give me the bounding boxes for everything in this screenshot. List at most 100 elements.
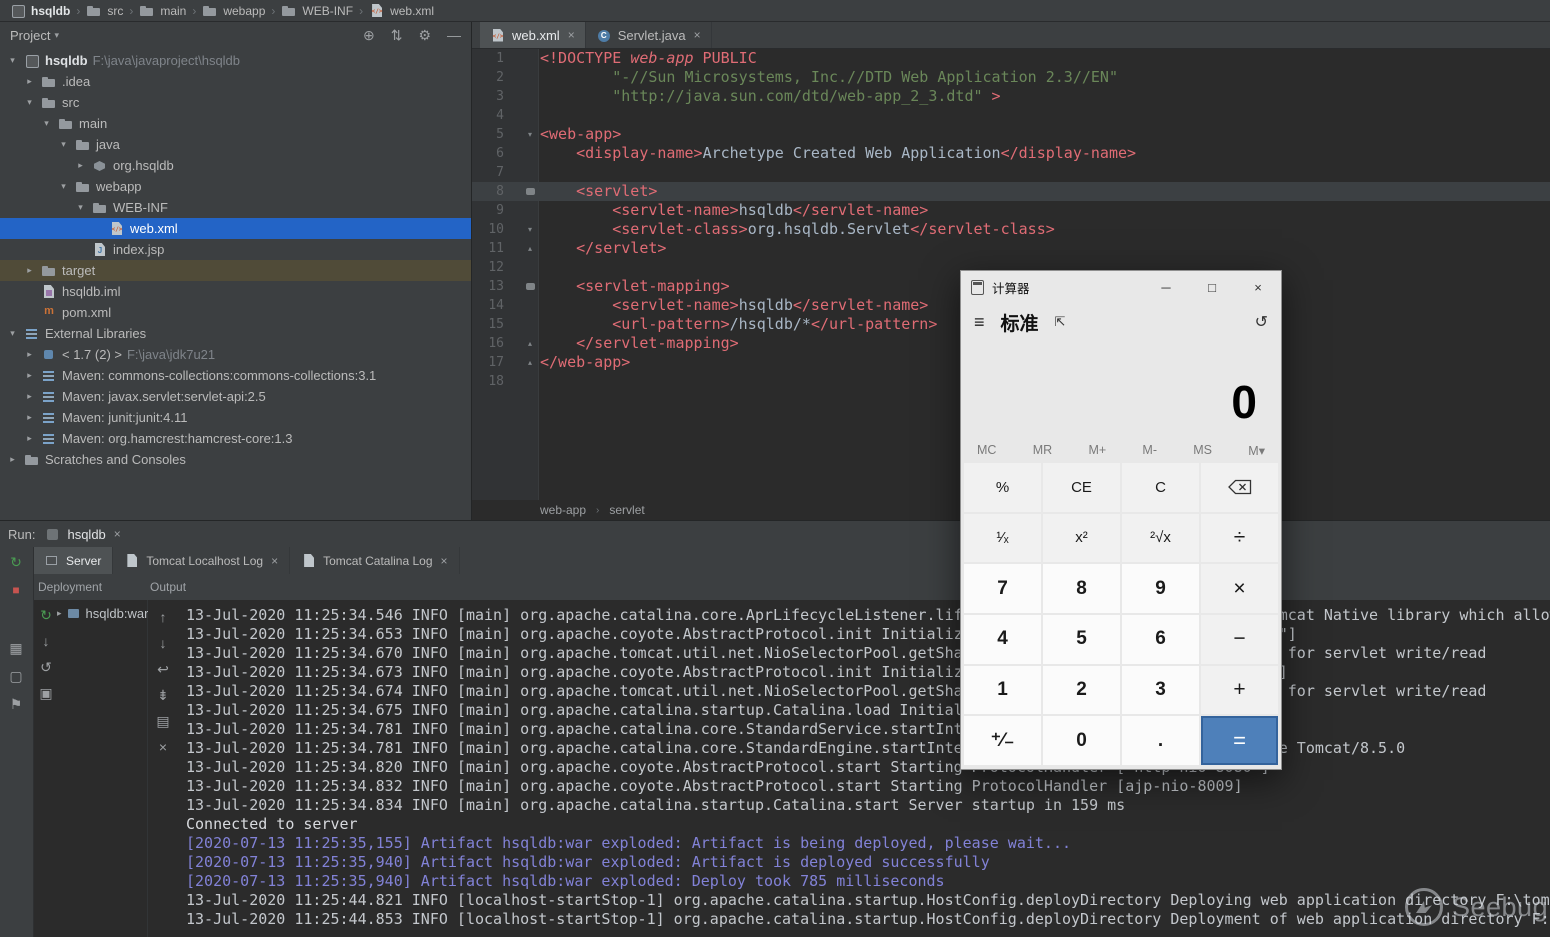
refresh-icon[interactable]: ↺ (37, 658, 55, 676)
editor-tab-servlet-java[interactable]: Servlet.java× (586, 22, 712, 48)
run-tab-tomcat-localhost-log[interactable]: Tomcat Localhost Log × (113, 547, 291, 574)
code-line[interactable]: </web-app> (540, 353, 630, 372)
chevron-right-icon[interactable]: ▸ (57, 608, 62, 619)
multiply-button[interactable]: × (1201, 564, 1278, 613)
expand-arrow-icon[interactable]: ▾ (40, 118, 53, 129)
tree-item-scratches-and-consoles[interactable]: ▸ Scratches and Consoles (0, 449, 471, 470)
close-tab-icon[interactable]: × (694, 28, 701, 42)
negate-button[interactable]: ⁺⁄₋ (964, 716, 1041, 765)
backspace-button[interactable] (1201, 463, 1278, 512)
code-line[interactable]: "-//Sun Microsystems, Inc.//DTD Web Appl… (540, 68, 1118, 87)
breadcrumb-item-main[interactable]: main (135, 3, 190, 18)
clear-icon[interactable]: × (154, 738, 172, 756)
square-button[interactable]: x² (1043, 513, 1120, 563)
rerun-icon[interactable]: ↻ (7, 553, 25, 571)
expand-arrow-icon[interactable]: ▾ (6, 55, 19, 66)
tree-item-pom-xml[interactable]: pom.xml (0, 302, 471, 323)
memory-add-button[interactable]: M+ (1088, 443, 1106, 457)
tree-item-hsqldb[interactable]: ▾ hsqldb F:\java\javaproject\hsqldb (0, 50, 471, 71)
digit-9-button[interactable]: 9 (1122, 564, 1199, 613)
code-line[interactable]: <servlet-name>hsqldb</servlet-name> (540, 296, 928, 315)
code-line[interactable]: <url-pattern>/hsqldb/*</url-pattern> (540, 315, 937, 334)
settings-icon[interactable]: ⚙ (418, 27, 431, 44)
foldend-gutter-icon[interactable]: ▴ (524, 353, 536, 372)
memory-clear-button[interactable]: MC (977, 443, 996, 457)
close-tab-icon[interactable]: × (271, 554, 278, 568)
tree-item-web-xml[interactable]: web.xml (0, 218, 471, 239)
grid-icon[interactable]: ▦ (7, 639, 25, 657)
digit-2-button[interactable]: 2 (1043, 665, 1120, 715)
tree-item-1-7-2[interactable]: ▸ < 1.7 (2) > F:\java\jdk7u21 (0, 344, 471, 365)
code-line[interactable]: <servlet-class>org.hsqldb.Servlet</servl… (540, 220, 1055, 239)
expand-arrow-icon[interactable]: ▾ (6, 328, 19, 339)
divide-button[interactable]: ÷ (1201, 513, 1278, 563)
expand-arrow-icon[interactable]: ▸ (23, 265, 36, 276)
digit-3-button[interactable]: 3 (1122, 665, 1199, 715)
digit-0-button[interactable]: 0 (1043, 716, 1120, 765)
tree-item-index-jsp[interactable]: index.jsp (0, 239, 471, 260)
scroll-down-icon[interactable]: ↓ (154, 634, 172, 652)
tree-item-maven-org-hamcrest-hamcrest-core-1-3[interactable]: ▸ Maven: org.hamcrest:hamcrest-core:1.3 (0, 428, 471, 449)
minimize-button[interactable]: ─ (1143, 271, 1189, 303)
digit-5-button[interactable]: 5 (1043, 615, 1120, 664)
history-icon[interactable]: ↺ (1255, 312, 1268, 332)
close-tab-icon[interactable]: × (568, 28, 575, 42)
tree-item-org-hsqldb[interactable]: ▸ org.hsqldb (0, 155, 471, 176)
memory-store-button[interactable]: MS (1193, 443, 1212, 457)
fold-gutter-icon[interactable]: ▾ (524, 220, 536, 239)
code-line[interactable]: </servlet-mapping> (540, 334, 739, 353)
expand-arrow-icon[interactable]: ▾ (23, 97, 36, 108)
keep-on-top-icon[interactable]: ⇱ (1055, 314, 1066, 330)
expand-arrow-icon[interactable]: ▸ (74, 160, 87, 171)
tree-item-maven-junit-junit-4-11[interactable]: ▸ Maven: junit:junit:4.11 (0, 407, 471, 428)
expand-arrow-icon[interactable]: ▸ (6, 454, 19, 465)
deployment-tree-item[interactable]: ▸ hsqldb:war (57, 606, 148, 621)
digit-6-button[interactable]: 6 (1122, 615, 1199, 664)
tree-item-maven-javax-servlet-servlet-api-2-5[interactable]: ▸ Maven: javax.servlet:servlet-api:2.5 (0, 386, 471, 407)
calculator-title-bar[interactable]: 计算器 ─ □ × (961, 271, 1281, 303)
scroll-down-icon[interactable]: ↓ (37, 632, 55, 650)
locate-icon[interactable]: ⊕ (363, 27, 375, 44)
code-line[interactable]: <servlet-name>hsqldb</servlet-name> (540, 201, 928, 220)
expand-arrow-icon[interactable]: ▾ (74, 202, 87, 213)
scroll-up-icon[interactable]: ↑ (154, 608, 172, 626)
stop-icon[interactable]: ■ (7, 581, 25, 599)
expand-arrow-icon[interactable]: ▸ (23, 76, 36, 87)
print-icon[interactable]: ▤ (154, 712, 172, 730)
tree-item-java[interactable]: ▾ java (0, 134, 471, 155)
close-button[interactable]: × (1235, 271, 1281, 303)
collapse-all-icon[interactable]: ⇅ (391, 27, 403, 44)
foldend-gutter-icon[interactable]: ▴ (524, 334, 536, 353)
run-tab-hsqldb[interactable]: hsqldb × (45, 527, 121, 542)
decimal-button[interactable]: . (1122, 716, 1199, 765)
code-line[interactable]: <servlet-mapping> (540, 277, 730, 296)
hide-icon[interactable]: ― (447, 27, 461, 44)
expand-arrow-icon[interactable]: ▸ (23, 391, 36, 402)
hamburger-menu-icon[interactable]: ≡ (974, 312, 985, 333)
expand-arrow-icon[interactable]: ▸ (23, 370, 36, 381)
foldend-gutter-icon[interactable]: ▴ (524, 239, 536, 258)
breadcrumb-webapp[interactable]: web-app (540, 503, 586, 517)
percent-button[interactable]: % (964, 463, 1041, 512)
code-line[interactable]: "http://java.sun.com/dtd/web-app_2_3.dtd… (540, 87, 1000, 106)
tree-item-src[interactable]: ▾ src (0, 92, 471, 113)
clear-entry-button[interactable]: CE (1043, 463, 1120, 512)
copy-icon[interactable]: ▣ (37, 684, 55, 702)
tree-item-maven-commons-collections-commons-collections-3-1[interactable]: ▸ Maven: commons-collections:commons-coll… (0, 365, 471, 386)
square-root-button[interactable]: ²√x (1122, 513, 1199, 563)
tree-item-external-libraries[interactable]: ▾ External Libraries (0, 323, 471, 344)
project-panel-title[interactable]: Project (10, 28, 50, 43)
equals-button[interactable]: = (1201, 716, 1278, 765)
digit-4-button[interactable]: 4 (964, 615, 1041, 664)
run-tab-tomcat-catalina-log[interactable]: Tomcat Catalina Log × (290, 547, 460, 574)
breadcrumb-item-src[interactable]: src (82, 3, 127, 18)
digit-7-button[interactable]: 7 (964, 564, 1041, 613)
breadcrumb-servlet[interactable]: servlet (609, 503, 644, 517)
expand-arrow-icon[interactable]: ▸ (23, 433, 36, 444)
pin-icon[interactable]: ⚑ (7, 695, 25, 713)
code-line[interactable]: <display-name>Archetype Created Web Appl… (540, 144, 1136, 163)
clear-button[interactable]: C (1122, 463, 1199, 512)
layout-icon[interactable]: ▢ (7, 667, 25, 685)
breadcrumb-item-web-inf[interactable]: WEB-INF (277, 3, 357, 18)
memory-recall-button[interactable]: MR (1033, 443, 1052, 457)
